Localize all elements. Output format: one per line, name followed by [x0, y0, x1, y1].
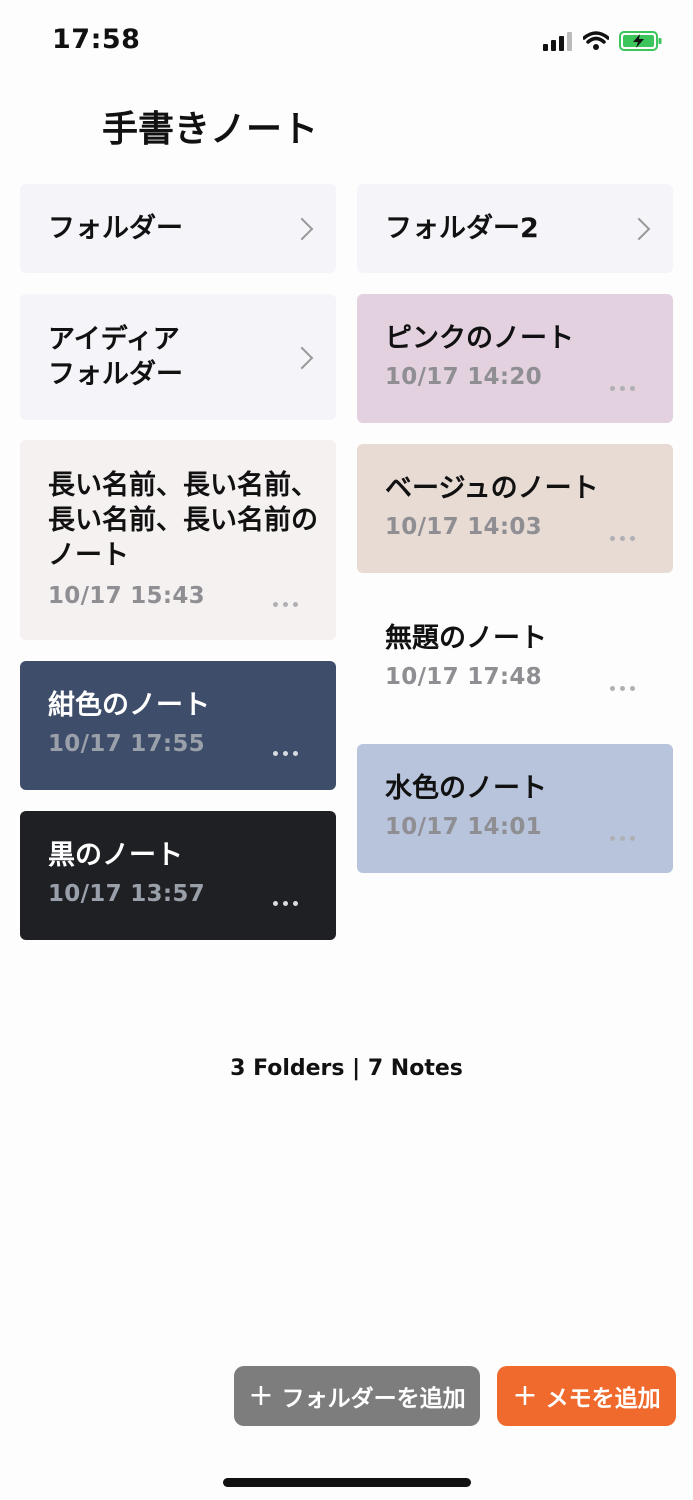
- status-bar: 17:58: [0, 0, 693, 84]
- folder-card[interactable]: フォルダー2: [357, 184, 673, 273]
- wifi-icon: [583, 31, 609, 50]
- folder-card[interactable]: アイディア フォルダー: [20, 294, 336, 420]
- note-card[interactable]: 黒のノート 10/17 13:57: [20, 811, 336, 940]
- page-title: 手書きノート: [102, 109, 319, 150]
- more-options-icon[interactable]: [610, 386, 635, 391]
- chevron-right-icon: [290, 346, 314, 370]
- note-date: 10/17 17:55: [48, 731, 205, 757]
- chevron-right-icon: [627, 217, 651, 241]
- note-card[interactable]: 水色のノート 10/17 14:01: [357, 744, 673, 873]
- note-date: 10/17 15:43: [48, 583, 205, 609]
- note-card[interactable]: 長い名前、長い名前、長い名前、長い名前のノート 10/17 15:43: [20, 440, 336, 640]
- note-card[interactable]: ベージュのノート 10/17 14:03: [357, 444, 673, 573]
- chevron-right-icon: [290, 217, 314, 241]
- note-title: 水色のノート: [385, 773, 547, 804]
- note-title: 無題のノート: [385, 623, 547, 654]
- more-options-icon[interactable]: [273, 602, 298, 607]
- add-memo-button[interactable]: + メモを追加: [497, 1366, 676, 1426]
- folder-label: フォルダー2: [385, 213, 539, 244]
- plus-icon: +: [248, 1378, 274, 1413]
- battery-charging-icon: [619, 31, 662, 51]
- note-date: 10/17 13:57: [48, 881, 205, 907]
- note-date: 10/17 14:20: [385, 364, 542, 390]
- note-card[interactable]: ピンクのノート 10/17 14:20: [357, 294, 673, 423]
- more-options-icon[interactable]: [610, 536, 635, 541]
- more-options-icon[interactable]: [610, 686, 635, 691]
- note-title: 長い名前、長い名前、長い名前、長い名前のノート: [48, 470, 318, 571]
- status-time: 17:58: [52, 24, 141, 55]
- more-options-icon[interactable]: [273, 901, 298, 906]
- add-memo-label: メモを追加: [545, 1386, 661, 1412]
- note-title: ピンクのノート: [385, 323, 574, 354]
- note-date: 10/17 14:01: [385, 814, 542, 840]
- items-summary: 3 Folders | 7 Notes: [230, 1056, 463, 1081]
- note-date: 10/17 14:03: [385, 514, 542, 540]
- plus-icon: +: [512, 1378, 538, 1413]
- add-folder-button[interactable]: + フォルダーを追加: [234, 1366, 480, 1426]
- more-options-icon[interactable]: [610, 836, 635, 841]
- folder-card[interactable]: フォルダー: [20, 184, 336, 273]
- note-title: 紺色のノート: [48, 690, 210, 721]
- add-folder-label: フォルダーを追加: [281, 1386, 466, 1412]
- note-card[interactable]: 無題のノート 10/17 17:48: [357, 594, 673, 723]
- status-icons: [543, 30, 663, 52]
- note-date: 10/17 17:48: [385, 664, 542, 690]
- folder-label: アイディア フォルダー: [48, 324, 183, 390]
- cellular-signal-icon: [543, 32, 572, 51]
- note-title: ベージュのノート: [385, 473, 599, 504]
- note-title: 黒のノート: [48, 840, 183, 871]
- note-card[interactable]: 紺色のノート 10/17 17:55: [20, 661, 336, 790]
- home-indicator: [223, 1478, 471, 1487]
- folder-label: フォルダー: [48, 213, 183, 244]
- more-options-icon[interactable]: [273, 751, 298, 756]
